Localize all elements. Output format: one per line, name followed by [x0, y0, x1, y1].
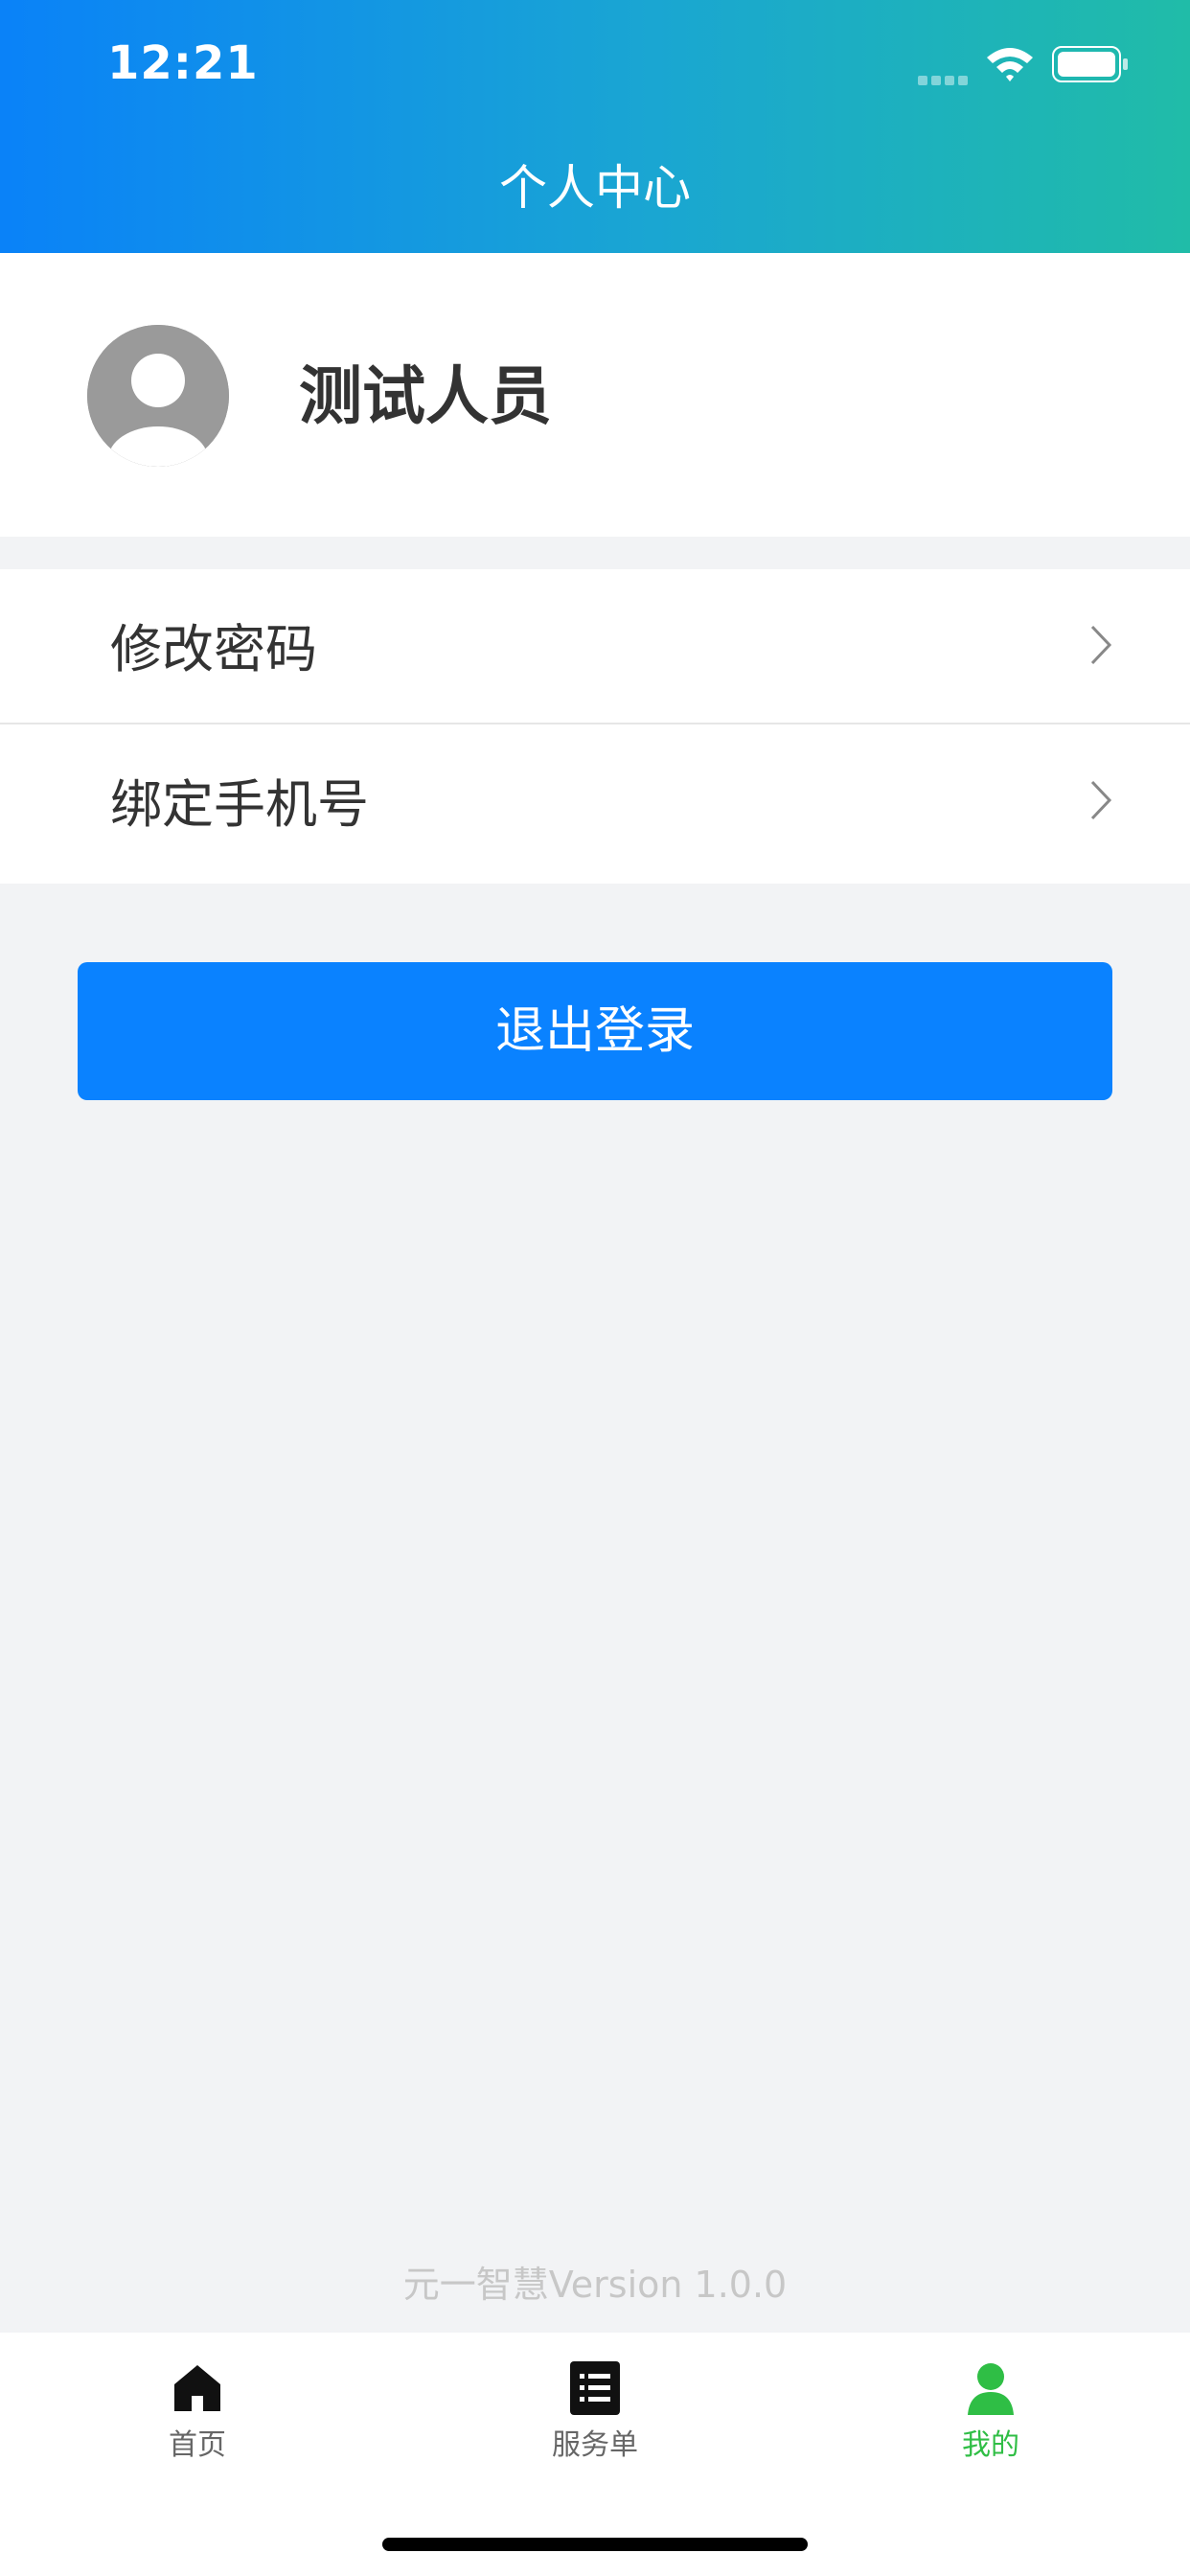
- default-avatar-icon: [87, 325, 229, 467]
- avatar: [87, 325, 229, 467]
- tab-label: 服务单: [552, 2428, 638, 2462]
- tab-service-orders[interactable]: 服务单: [490, 2359, 700, 2494]
- list-icon: [570, 2361, 620, 2415]
- header-bar: 12:21 个人中心: [0, 0, 1190, 253]
- battery-icon: [1052, 46, 1128, 82]
- menu-item-bind-phone[interactable]: 绑定手机号: [0, 724, 1190, 884]
- menu-item-label: 绑定手机号: [110, 774, 369, 835]
- menu-item-label: 修改密码: [110, 619, 317, 679]
- tab-mine[interactable]: 我的: [885, 2359, 1096, 2494]
- tab-label: 首页: [169, 2428, 226, 2462]
- wifi-icon: [987, 48, 1033, 81]
- signal-icon: [918, 71, 972, 85]
- chevron-right-icon: [1090, 780, 1112, 820]
- settings-menu: 修改密码 绑定手机号: [0, 569, 1190, 884]
- page-title: 个人中心: [499, 160, 691, 216]
- tab-home[interactable]: 首页: [92, 2359, 303, 2494]
- menu-item-change-password[interactable]: 修改密码: [0, 569, 1190, 724]
- profile-name: 测试人员: [299, 359, 552, 433]
- version-text: 元一智慧Version 1.0.0: [402, 2264, 788, 2306]
- home-icon: [174, 2365, 220, 2411]
- profile-card: 测试人员: [0, 253, 1190, 537]
- home-indicator: [382, 2538, 808, 2551]
- status-time: 12:21: [107, 36, 259, 90]
- user-icon: [968, 2363, 1014, 2415]
- tab-label: 我的: [962, 2428, 1019, 2462]
- chevron-right-icon: [1090, 625, 1112, 665]
- logout-button[interactable]: 退出登录: [78, 962, 1112, 1100]
